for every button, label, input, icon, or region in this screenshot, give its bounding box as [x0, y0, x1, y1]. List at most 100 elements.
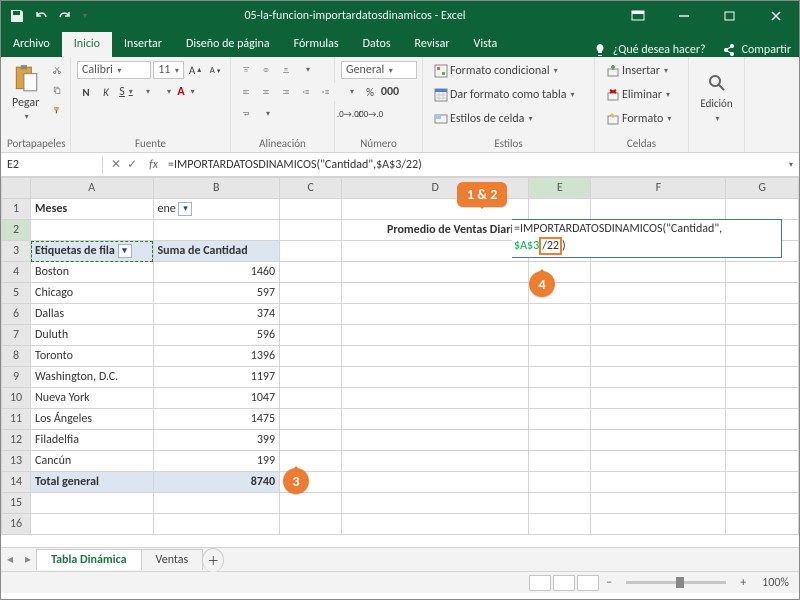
cell[interactable]: Chicago — [31, 283, 153, 304]
cancel-formula-icon[interactable]: ✕ — [111, 157, 121, 172]
find-icon[interactable] — [707, 73, 727, 93]
cell[interactable]: 1197 — [153, 367, 280, 388]
tab-vista[interactable]: Vista — [462, 32, 510, 57]
sheet-tab[interactable]: Tabla Dinámica — [36, 549, 141, 570]
cell[interactable]: Dallas — [31, 304, 153, 325]
row-dropdown-icon[interactable]: ▾ — [118, 244, 132, 258]
borders-button[interactable]: ▾ — [137, 83, 155, 101]
col-header-a[interactable]: A — [31, 178, 153, 199]
active-cell[interactable] — [529, 220, 591, 241]
pivot-row-header[interactable]: Etiquetas de fila ▾ — [31, 241, 153, 262]
cell[interactable]: Washington, D.C. — [31, 367, 153, 388]
cell[interactable]: Promedio de Ventas Diarias — [342, 220, 529, 241]
cell[interactable]: Toronto — [31, 346, 153, 367]
insert-cells-button[interactable]: Insertar▾ — [601, 61, 673, 81]
col-header-e[interactable]: E — [529, 178, 591, 199]
font-combo[interactable]: Calibri ▾ — [77, 61, 151, 79]
save-icon[interactable] — [9, 8, 25, 24]
percent-button[interactable]: % — [361, 83, 379, 101]
tell-me[interactable]: ¿Qué desea hacer? — [585, 43, 714, 57]
cell[interactable]: 596 — [153, 325, 280, 346]
increase-indent-button[interactable] — [317, 83, 335, 101]
zoom-in-button[interactable]: + — [734, 576, 752, 590]
orientation-button[interactable]: ab▾ — [297, 61, 315, 79]
row-header[interactable]: 5 — [2, 283, 31, 304]
page-layout-view-button[interactable] — [553, 575, 575, 591]
cell[interactable]: Duluth — [31, 325, 153, 346]
row-header[interactable]: 7 — [2, 325, 31, 346]
underline-button[interactable]: S▾ — [117, 83, 135, 101]
cell[interactable]: Los Ángeles — [31, 409, 153, 430]
paste-button[interactable]: Pegar ▾ — [7, 61, 44, 135]
wrap-text-button[interactable] — [237, 105, 255, 123]
row-header[interactable]: 12 — [2, 430, 31, 451]
align-top-button[interactable] — [237, 61, 255, 79]
cell-styles-button[interactable]: Estilos de celda▾ — [429, 109, 537, 129]
minimize-button[interactable] — [661, 1, 707, 31]
qat-more-icon[interactable]: ▾ — [83, 11, 87, 21]
cell[interactable]: 597 — [153, 283, 280, 304]
close-button[interactable] — [753, 1, 799, 31]
tab-formulas[interactable]: Fórmulas — [282, 32, 351, 57]
cell[interactable]: 1475 — [153, 409, 280, 430]
redo-icon[interactable] — [57, 8, 73, 24]
zoom-level[interactable]: 100% — [752, 576, 799, 590]
shrink-font-button[interactable]: A▾ — [206, 61, 224, 79]
row-header[interactable]: 9 — [2, 367, 31, 388]
sheet-nav-prev[interactable]: ◂ — [1, 552, 19, 567]
share-button[interactable]: Compartir — [714, 43, 799, 57]
formula-input[interactable]: =IMPORTARDATOSDINAMICOS("Cantidad",$A$3/… — [162, 156, 781, 174]
row-header[interactable]: 4 — [2, 262, 31, 283]
worksheet-grid[interactable]: A B C D E F G 1 Meses ene ▾ 2 Promedio d… — [1, 177, 799, 535]
cell[interactable]: Boston — [31, 262, 153, 283]
fx-icon[interactable]: fx — [145, 158, 162, 172]
undo-icon[interactable] — [33, 8, 49, 24]
number-format-combo[interactable]: General ▾ — [341, 61, 417, 79]
sheet-tab[interactable]: Ventas — [141, 549, 204, 570]
page-break-view-button[interactable] — [577, 575, 599, 591]
expand-formula-icon[interactable]: ▾ — [783, 160, 799, 170]
cell[interactable]: Nueva York — [31, 388, 153, 409]
align-bottom-button[interactable] — [277, 61, 295, 79]
select-all-corner[interactable] — [2, 178, 31, 199]
conditional-format-button[interactable]: Formato condicional▾ — [429, 61, 563, 81]
cell[interactable]: 1047 — [153, 388, 280, 409]
fill-color-button[interactable]: ▾ — [157, 83, 175, 101]
cell[interactable]: 1396 — [153, 346, 280, 367]
bold-button[interactable]: N — [77, 83, 95, 101]
align-left-button[interactable] — [237, 83, 255, 101]
tab-archivo[interactable]: Archivo — [1, 32, 62, 57]
size-combo[interactable]: 11 ▾ — [153, 61, 184, 79]
ribbon-options-icon[interactable] — [615, 1, 661, 31]
restore-button[interactable] — [707, 1, 753, 31]
tab-revisar[interactable]: Revisar — [403, 32, 462, 57]
new-sheet-button[interactable]: ＋ — [202, 548, 224, 572]
sheet-nav-next[interactable]: ▸ — [19, 552, 37, 567]
normal-view-button[interactable] — [529, 575, 551, 591]
cell[interactable]: 1460 — [153, 262, 280, 283]
col-header-g[interactable]: G — [726, 178, 799, 199]
row-header[interactable]: 13 — [2, 451, 31, 472]
row-header[interactable]: 10 — [2, 388, 31, 409]
row-header[interactable]: 8 — [2, 346, 31, 367]
format-as-table-button[interactable]: Dar formato como tabla▾ — [429, 85, 580, 105]
decrease-indent-button[interactable] — [297, 83, 315, 101]
cut-button[interactable] — [48, 61, 66, 79]
row-header[interactable]: 11 — [2, 409, 31, 430]
cell[interactable]: 399 — [153, 430, 280, 451]
tab-datos[interactable]: Datos — [351, 32, 403, 57]
pivot-filter-value[interactable]: ene ▾ — [153, 199, 280, 220]
pivot-data-header[interactable]: Suma de Cantidad — [153, 241, 280, 262]
zoom-out-button[interactable]: − — [600, 576, 618, 590]
col-header-b[interactable]: B — [153, 178, 280, 199]
zoom-slider[interactable] — [626, 581, 726, 584]
col-header-c[interactable]: C — [280, 178, 342, 199]
comma-button[interactable]: 000 — [381, 83, 399, 101]
cell[interactable]: 199 — [153, 451, 280, 472]
accounting-button[interactable]: $▾ — [341, 83, 359, 101]
decrease-decimal-button[interactable]: .00→.0 — [361, 105, 379, 123]
name-box[interactable]: E2 — [1, 156, 103, 174]
format-cells-button[interactable]: Formato▾ — [601, 109, 676, 129]
worksheet-area[interactable]: A B C D E F G 1 Meses ene ▾ 2 Promedio d… — [1, 177, 799, 547]
copy-button[interactable] — [48, 81, 66, 99]
